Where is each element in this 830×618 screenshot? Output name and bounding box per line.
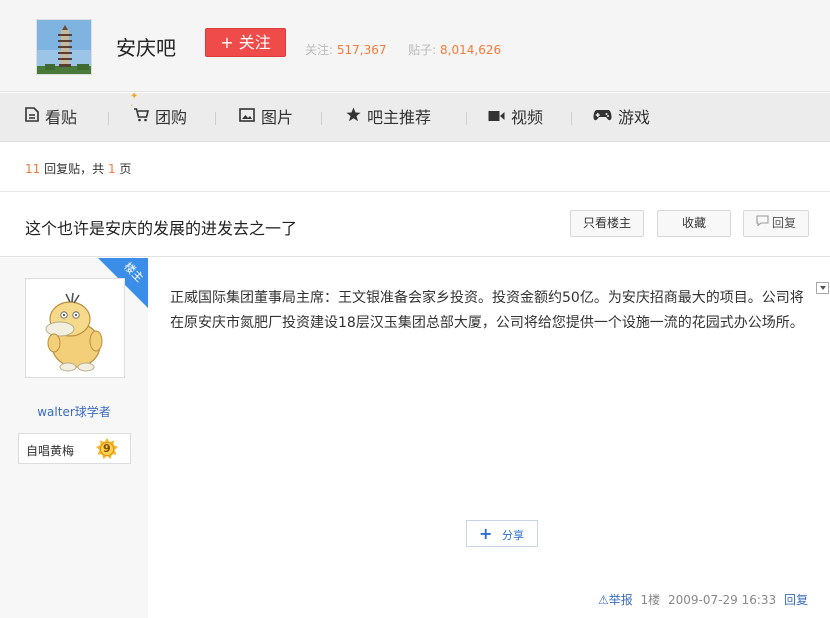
forum-nav: 看贴 团购 图片 吧主推荐 视频 游戏 — [0, 93, 830, 142]
forum-avatar[interactable] — [36, 19, 92, 75]
tab-posts-label: 看贴 — [45, 108, 78, 127]
tab-groupbuy-label: 团购 — [155, 108, 188, 127]
image-icon — [239, 92, 255, 141]
document-icon — [25, 92, 39, 141]
comment-icon — [756, 210, 769, 235]
only-op-button[interactable]: 只看楼主 — [570, 210, 644, 237]
author-name[interactable]: walter球学者 — [0, 403, 148, 420]
forum-name[interactable]: 安庆吧 — [116, 32, 176, 61]
followers-count: 517,367 — [336, 43, 387, 57]
report-link[interactable]: 举报 — [609, 593, 633, 607]
follow-button[interactable]: + 关注 — [205, 28, 286, 57]
favorite-button[interactable]: 收藏 — [657, 210, 731, 237]
author-panel: 楼主 walter球学者 自唱黄梅 9 — [0, 258, 148, 618]
thread-title: 这个也许是安庆的发展的进发去之一了 — [25, 219, 298, 238]
tab-games-label: 游戏 — [618, 108, 651, 127]
post-meta: ⚠举报 1楼 2009-07-29 16:33 回复 — [598, 591, 808, 608]
plus-icon: + — [479, 524, 493, 543]
thread-title-bar: 这个也许是安庆的发展的进发去之一了 只看楼主 收藏 回复 — [0, 193, 830, 257]
reply-count: 11 — [25, 162, 41, 176]
share-button[interactable]: + 分享 — [466, 520, 538, 547]
page-count: 1 — [107, 162, 116, 176]
psyduck-avatar-image — [26, 279, 124, 377]
author-level[interactable]: 自唱黄梅 9 — [18, 433, 131, 464]
tab-video[interactable]: 视频 — [488, 93, 543, 142]
reply-info: 11 回复贴，共 1 页 — [25, 160, 131, 177]
tab-images-label: 图片 — [261, 108, 294, 127]
level-number: 9 — [103, 442, 111, 455]
page-text: 页 — [119, 162, 132, 176]
gamepad-icon — [593, 92, 612, 141]
tab-images[interactable]: 图片 — [239, 93, 293, 142]
share-label: 分享 — [502, 529, 524, 542]
tab-recommended-label: 吧主推荐 — [367, 108, 432, 127]
followers-label: 关注: — [305, 43, 334, 57]
reply-button[interactable]: 回复 — [743, 210, 809, 237]
tab-video-label: 视频 — [511, 108, 544, 127]
post-floor-1: 楼主 walter球学者 自唱黄梅 9 正威国际集团董事局主席：王文银准备会家乡… — [0, 258, 830, 618]
reply-count-bar: 11 回复贴，共 1 页 — [0, 143, 830, 192]
tab-groupbuy[interactable]: 团购 — [133, 93, 187, 142]
level-name: 自唱黄梅 — [26, 444, 75, 458]
reply-text: 回复贴，共 — [44, 162, 105, 176]
author-avatar[interactable] — [25, 278, 125, 378]
floor-number: 1楼 — [640, 593, 661, 607]
forum-header: 安庆吧 + 关注 关注: 517,367 贴子: 8,014,626 — [0, 0, 830, 92]
post-content: 正威国际集团董事局主席：王文银准备会家乡投资。投资金额约50亿。为安庆招商最大的… — [170, 290, 804, 331]
warning-icon: ⚠ — [597, 593, 609, 607]
post-reply-link[interactable]: 回复 — [784, 593, 808, 607]
pagoda-image — [37, 20, 91, 74]
reply-button-label: 回复 — [771, 216, 796, 230]
tab-posts[interactable]: 看贴 — [25, 93, 77, 142]
video-icon — [488, 92, 505, 141]
tab-games[interactable]: 游戏 — [593, 93, 650, 142]
post-menu-dropdown[interactable] — [816, 282, 829, 294]
sparkle-icon: ✦ · — [130, 91, 139, 112]
posts-label: 贴子: — [408, 43, 437, 57]
posts-count: 8,014,626 — [440, 43, 502, 57]
post-timestamp: 2009-07-29 16:33 — [668, 593, 777, 607]
star-icon — [346, 92, 361, 141]
forum-stats: 关注: 517,367 贴子: 8,014,626 — [305, 41, 501, 58]
tab-recommended[interactable]: 吧主推荐 — [346, 93, 431, 142]
